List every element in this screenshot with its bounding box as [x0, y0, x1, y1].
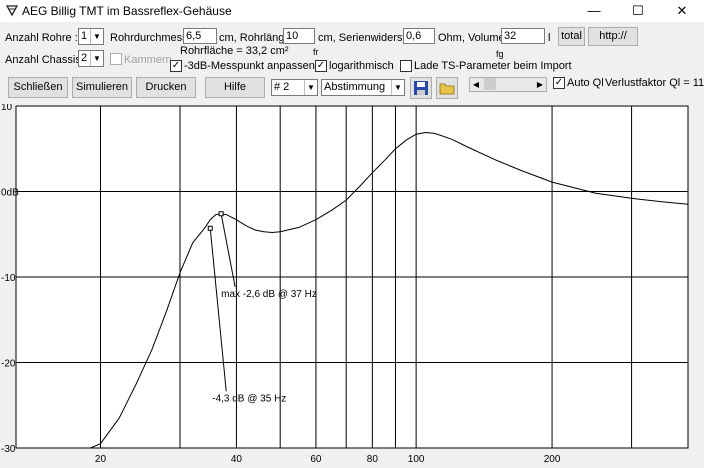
folder-icon — [439, 83, 455, 95]
close-icon: ✕ — [676, 3, 688, 18]
volumen-unit: l — [548, 32, 551, 44]
y-tick-label: -30 — [1, 444, 16, 455]
chevron-down-icon[interactable]: ▼ — [90, 29, 103, 44]
rohrflaeche-label: Rohrfläche = 33,2 cm² — [180, 45, 289, 57]
annotation-label: -4,3 dB @ 35 Hz — [212, 393, 286, 404]
kammern-checkbox[interactable] — [110, 53, 122, 65]
lade-ts-checkbox[interactable] — [400, 60, 412, 72]
x-tick-label: 60 — [310, 454, 322, 465]
auto-ql-label: Auto Ql — [567, 77, 604, 89]
y-tick-label: 10 — [1, 104, 13, 113]
abstimmung-select[interactable]: Abstimmung ▼ — [321, 79, 405, 96]
lade-ts-label: Lade TS-Parameter beim Import — [414, 60, 572, 72]
anzahl-chassis-value: 2 — [81, 52, 88, 64]
save-button[interactable] — [410, 77, 432, 99]
nummer-value: # 2 — [274, 81, 290, 93]
volumen-input[interactable]: 32 — [501, 28, 545, 44]
app-icon — [6, 4, 18, 17]
rohrlaenge-input[interactable]: 10 — [283, 28, 315, 44]
rohrdurchmesser-input[interactable]: 6,5 — [183, 28, 217, 44]
annotation-label: max -2,6 dB @ 37 Hz — [221, 289, 317, 300]
anzahl-chassis-label: Anzahl Chassis : — [5, 54, 87, 66]
messpunkt-checkbox[interactable]: ✓ — [170, 60, 182, 72]
floppy-disk-icon — [414, 81, 428, 95]
drucken-button[interactable]: Drucken — [136, 77, 196, 98]
x-tick-label: 100 — [408, 454, 425, 465]
anzahl-chassis-select[interactable]: 2 ▼ — [78, 50, 104, 67]
anzahl-rohre-value: 1 — [81, 30, 88, 42]
verlustfaktor-label: Verlustfaktor Ql = 11 — [605, 77, 704, 89]
scroll-left-icon[interactable]: ◀ — [470, 78, 482, 91]
messpunkt-label: -3dB-Messpunkt anpassen — [184, 60, 315, 72]
minimize-icon: — — [587, 3, 601, 18]
maximize-button[interactable]: ☐ — [616, 0, 660, 22]
logarithmisch-checkbox[interactable]: ✓ — [315, 60, 327, 72]
title-bar: AEG Billig TMT im Bassreflex-Gehäuse — ☐… — [0, 0, 704, 22]
abstimmung-value: Abstimmung — [324, 81, 386, 93]
x-tick-label: 80 — [367, 454, 379, 465]
chevron-down-icon[interactable]: ▼ — [391, 80, 404, 95]
total-button[interactable]: total — [558, 27, 585, 46]
close-button[interactable]: ✕ — [660, 0, 704, 22]
window-title: AEG Billig TMT im Bassreflex-Gehäuse — [22, 4, 232, 18]
open-folder-button[interactable] — [436, 77, 458, 99]
hilfe-button[interactable]: Hilfe — [205, 77, 265, 98]
horizontal-scrollbar[interactable]: ◀ ▶ — [469, 77, 547, 92]
minimize-button[interactable]: — — [572, 0, 616, 22]
anzahl-rohre-select[interactable]: 1 ▼ — [78, 28, 104, 45]
chevron-down-icon[interactable]: ▼ — [304, 80, 317, 95]
x-tick-label: 200 — [544, 454, 561, 465]
annotation-marker — [207, 225, 213, 231]
http-button[interactable]: http:// — [588, 27, 638, 46]
scroll-right-icon[interactable]: ▶ — [534, 78, 546, 91]
x-tick-label: 40 — [231, 454, 243, 465]
annotation-marker — [218, 211, 224, 217]
x-tick-label: 20 — [95, 454, 107, 465]
rohrlaenge-label: cm, Rohrlänge — [219, 32, 291, 44]
frequency-response-chart: 100dB-10-20-3020 40 60 80 100 200max -2,6 dB … — [1, 104, 689, 465]
chevron-down-icon[interactable]: ▼ — [90, 51, 103, 66]
y-tick-label: -20 — [1, 359, 16, 370]
y-tick-label: -10 — [1, 273, 16, 284]
maximize-icon: ☐ — [632, 3, 644, 18]
schliessen-button[interactable]: Schließen — [8, 77, 68, 98]
logarithmisch-label: logarithmisch — [329, 60, 394, 72]
auto-ql-checkbox[interactable]: ✓ — [553, 77, 565, 89]
scroll-thumb[interactable] — [484, 78, 496, 90]
kammern-label: Kammern — [124, 54, 172, 66]
simulieren-button[interactable]: Simulieren — [72, 77, 132, 98]
fr-label: fr — [313, 47, 319, 57]
serienwiderstand-input[interactable]: 0,6 — [403, 28, 435, 44]
anzahl-rohre-label: Anzahl Rohre : — [5, 32, 78, 44]
volumen-label: Ohm, Volumen — [438, 32, 511, 44]
nummer-select[interactable]: # 2 ▼ — [271, 79, 318, 96]
